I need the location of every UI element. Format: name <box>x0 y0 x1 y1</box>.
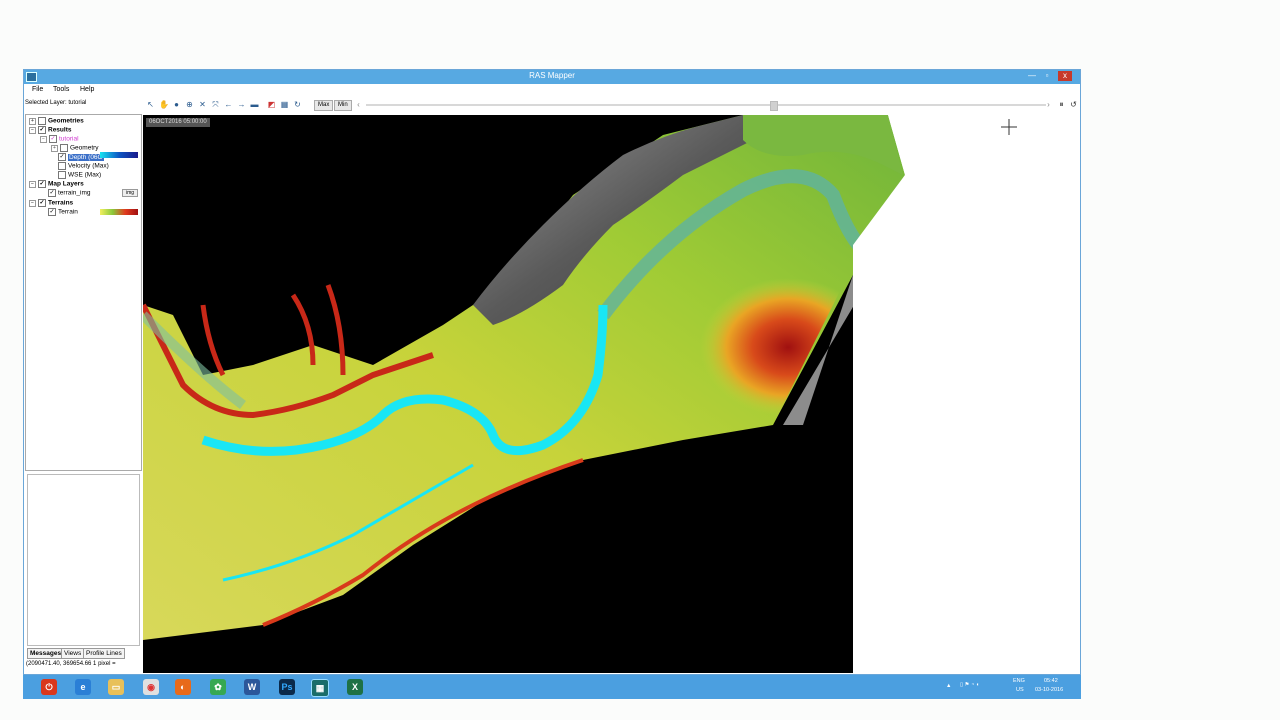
globe-icon[interactable]: ● <box>172 100 181 109</box>
power-icon[interactable]: ⏻ <box>41 679 57 695</box>
collapse-icon[interactable]: − <box>29 199 36 207</box>
max-button[interactable]: Max <box>314 100 334 111</box>
pinwheel-icon[interactable]: ✿ <box>210 679 226 695</box>
excel-icon[interactable]: X <box>347 679 363 695</box>
pointer-tool-icon[interactable]: ↖ <box>146 100 155 109</box>
time-slider-thumb[interactable] <box>770 101 778 111</box>
tab-messages[interactable]: Messages <box>27 648 65 659</box>
photoshop-icon[interactable]: Ps <box>279 679 295 695</box>
tree-item-wse[interactable]: WSE (Max) <box>58 171 101 179</box>
grid-icon[interactable]: ▦ <box>280 100 289 109</box>
clock-date[interactable]: 03-10-2016 <box>1035 687 1063 693</box>
tree-item-map-layers[interactable]: − ✓ Map Layers <box>29 180 84 188</box>
menu-help[interactable]: Help <box>80 86 94 93</box>
full-extent-icon[interactable]: ⤧ <box>211 100 220 109</box>
tree-item-results[interactable]: − ✓ Results <box>29 126 71 134</box>
collapse-icon[interactable]: − <box>29 180 36 188</box>
checkbox[interactable] <box>58 162 66 170</box>
time-back-icon[interactable]: ‹ <box>354 100 363 109</box>
map-timestamp: 06OCT2016 05:00:00 <box>146 118 210 127</box>
refresh-icon[interactable]: ↻ <box>293 100 302 109</box>
zoom-in-icon[interactable]: ⊕ <box>185 100 194 109</box>
measure-icon[interactable]: ▬ <box>250 100 259 109</box>
coordinate-readout: (2090471.40, 369654.66 1 pixel = <box>26 661 116 667</box>
time-slider-track[interactable] <box>366 104 1046 106</box>
checkbox[interactable] <box>58 171 66 179</box>
chrome-icon[interactable]: ◉ <box>143 679 159 695</box>
menu-tools[interactable]: Tools <box>53 86 69 93</box>
min-button[interactable]: Min <box>334 100 352 111</box>
window-title: RAS Mapper <box>529 71 575 80</box>
firefox-icon[interactable]: ◐ <box>175 679 191 695</box>
tree-item-velocity[interactable]: Velocity (Max) <box>58 162 109 170</box>
checkbox[interactable] <box>38 117 46 125</box>
tree-item-terrains[interactable]: − ✓ Terrains <box>29 199 73 207</box>
forward-arrow-icon[interactable]: → <box>237 100 246 109</box>
word-icon[interactable]: W <box>244 679 260 695</box>
pause-icon[interactable]: ⏸ <box>1057 100 1066 109</box>
messages-panel <box>27 474 140 646</box>
collapse-icon[interactable]: − <box>29 126 36 134</box>
map-blank-area <box>853 245 1079 673</box>
time-forward-icon[interactable]: › <box>1044 100 1053 109</box>
taskbar: ⏻ e ▭ ◉ ◐ ✿ W Ps ▦ X ▲ ▯ ⚑ ◔ ◖ ENG US 05… <box>23 675 1081 699</box>
tab-views[interactable]: Views <box>61 648 85 659</box>
checkbox[interactable]: ✓ <box>38 199 46 207</box>
clock-time[interactable]: 05:42 <box>1044 678 1058 684</box>
checkbox[interactable]: ✓ <box>48 208 56 216</box>
checkbox[interactable]: ✓ <box>58 153 66 161</box>
map-view[interactable]: 06OCT2016 05:00:00 <box>139 115 1079 673</box>
minimize-button[interactable]: — <box>1025 71 1039 81</box>
checkbox[interactable]: ✓ <box>38 180 46 188</box>
tray-arrow-icon[interactable]: ▲ <box>946 683 951 689</box>
terrain-map <box>139 115 1079 673</box>
back-arrow-icon[interactable]: ← <box>224 100 233 109</box>
replay-icon[interactable]: ↺ <box>1069 100 1078 109</box>
explorer-icon[interactable]: ▭ <box>108 679 124 695</box>
close-button[interactable]: x <box>1058 71 1072 81</box>
hecras-icon[interactable]: ▦ <box>311 679 329 697</box>
menu-bar: File Tools Help <box>24 84 1080 97</box>
checkbox[interactable]: ✓ <box>48 189 56 197</box>
language-indicator[interactable]: ENG <box>1013 678 1025 684</box>
ras-mapper-window: RAS Mapper — ▫ x File Tools Help Selecte… <box>23 69 1081 675</box>
checkbox[interactable]: ✓ <box>38 126 46 134</box>
tray-icons[interactable]: ▯ ⚑ ◔ ◖ <box>960 682 979 688</box>
tab-profile-lines[interactable]: Profile Lines <box>83 648 125 659</box>
expand-icon[interactable]: + <box>29 117 36 125</box>
tree-item-depth[interactable]: ✓ Depth (06O <box>58 153 104 161</box>
expand-icon[interactable]: + <box>51 144 58 152</box>
region-indicator[interactable]: US <box>1016 687 1024 693</box>
tree-item-geometries[interactable]: + Geometries <box>29 117 84 125</box>
layer-tree: + Geometries − ✓ Results − ✓ tutorial + Geomet… <box>25 114 142 471</box>
tree-item-geometry[interactable]: + Geometry <box>51 144 99 152</box>
terrain-legend <box>100 209 138 215</box>
checkbox[interactable] <box>60 144 68 152</box>
depth-legend <box>100 152 138 158</box>
img-badge: img <box>122 189 138 197</box>
title-bar[interactable]: RAS Mapper — ▫ x <box>24 70 1080 84</box>
collapse-icon[interactable]: − <box>40 135 47 143</box>
zoom-extent-icon[interactable]: ✕ <box>198 100 207 109</box>
selected-layer-label: Selected Layer: tutorial <box>25 100 87 106</box>
tree-item-terrain-img[interactable]: ✓ terrain_img <box>48 189 91 197</box>
tree-item-terrain[interactable]: ✓ Terrain <box>48 208 78 216</box>
pan-tool-icon[interactable]: ✋ <box>159 100 169 109</box>
maximize-button[interactable]: ▫ <box>1040 71 1054 81</box>
paint-icon[interactable]: ◩ <box>267 100 276 109</box>
checkbox[interactable]: ✓ <box>49 135 57 143</box>
tree-item-plan[interactable]: − ✓ tutorial <box>40 135 79 143</box>
ie-icon[interactable]: e <box>75 679 91 695</box>
menu-file[interactable]: File <box>32 86 43 93</box>
